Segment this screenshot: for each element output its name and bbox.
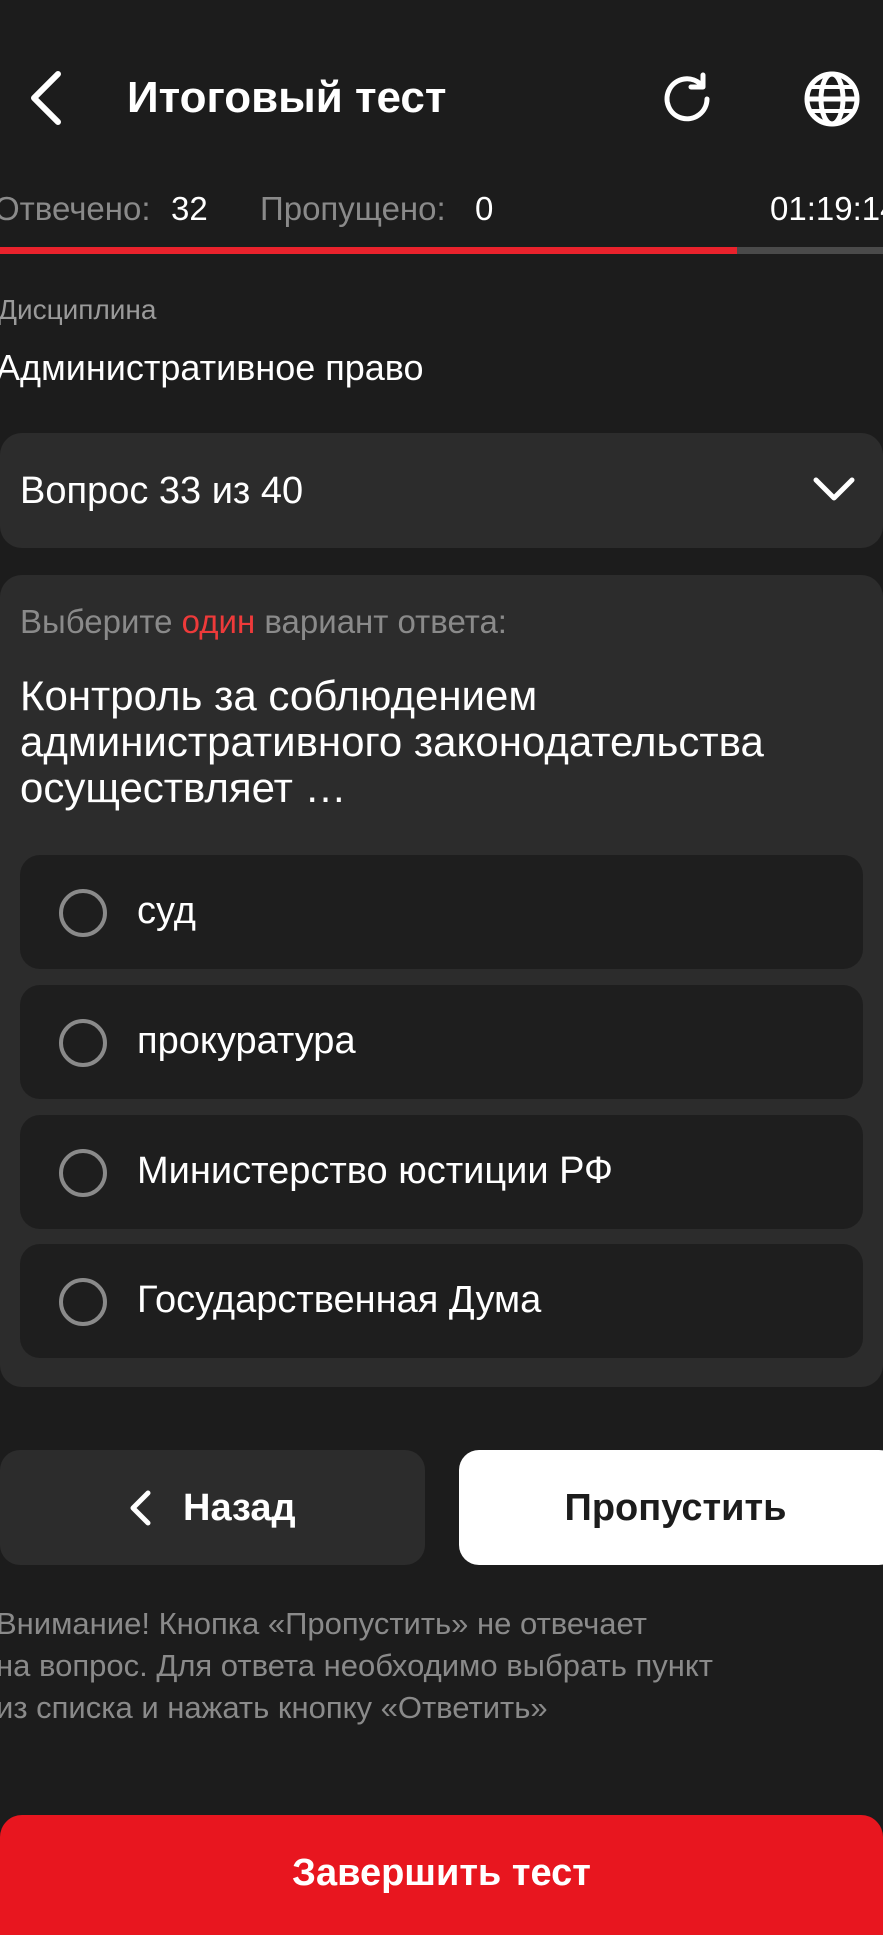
answer-option[interactable]: Государственная Дума [20,1244,863,1358]
finish-test-button[interactable]: Завершить тест [0,1815,883,1935]
answered-label: Отвечено: [0,190,151,227]
instruction-accent: один [181,603,256,640]
progress-bar [0,247,883,254]
skip-button-label: Пропустить [564,1487,787,1529]
answer-option-label: Государственная Дума [137,1279,542,1321]
question-card: Выберите один вариант ответа: Контроль з… [0,575,883,1387]
timer: 01:19:14 [770,190,883,227]
radio-button[interactable] [59,1149,107,1197]
skipped-label: Пропущено: [260,190,446,227]
instruction-prefix: Выберите [20,603,173,640]
radio-button[interactable] [59,889,107,937]
radio-button[interactable] [59,1278,107,1326]
back-button[interactable]: Назад [0,1450,425,1565]
discipline-label: Дисциплина [0,294,157,325]
finish-test-label: Завершить тест [292,1852,591,1894]
question-counter: Вопрос 33 из 40 [20,470,304,512]
skipped-count: 0 [475,190,494,227]
notice-line: Внимание! Кнопка «Пропустить» не отвечае… [0,1606,647,1641]
question-selector[interactable]: Вопрос 33 из 40 [0,433,883,548]
answer-option[interactable]: прокуратура [20,985,863,1099]
radio-button[interactable] [59,1019,107,1067]
chevron-down-icon[interactable] [812,474,856,504]
notice-line: на вопрос. Для ответа необходимо выбрать… [0,1648,713,1683]
back-chevron-icon[interactable] [22,70,72,126]
answer-option-label: Министерство юстиции РФ [137,1150,613,1192]
notice-line: из списка и нажать кнопку «Ответить» [0,1690,548,1725]
question-text: Контроль за соблюдением административног… [20,672,764,811]
back-button-label: Назад [183,1487,296,1529]
answer-option[interactable]: суд [20,855,863,969]
globe-icon[interactable] [803,70,861,128]
skip-notice: Внимание! Кнопка «Пропустить» не отвечае… [0,1603,866,1729]
chevron-left-icon [130,1490,151,1526]
answer-option[interactable]: Министерство юстиции РФ [20,1115,863,1229]
refresh-icon[interactable] [660,70,718,128]
answered-count: 32 [171,190,208,227]
instruction-suffix: вариант ответа: [264,603,507,640]
answer-option-label: суд [137,890,196,932]
skip-button[interactable]: Пропустить [459,1450,883,1565]
progress-fill [0,247,738,254]
page-title: Итоговый тест [127,73,447,122]
answer-option-label: прокуратура [137,1020,356,1062]
discipline-value: Административное право [0,347,424,388]
answer-instruction: Выберите один вариант ответа: [20,597,507,647]
